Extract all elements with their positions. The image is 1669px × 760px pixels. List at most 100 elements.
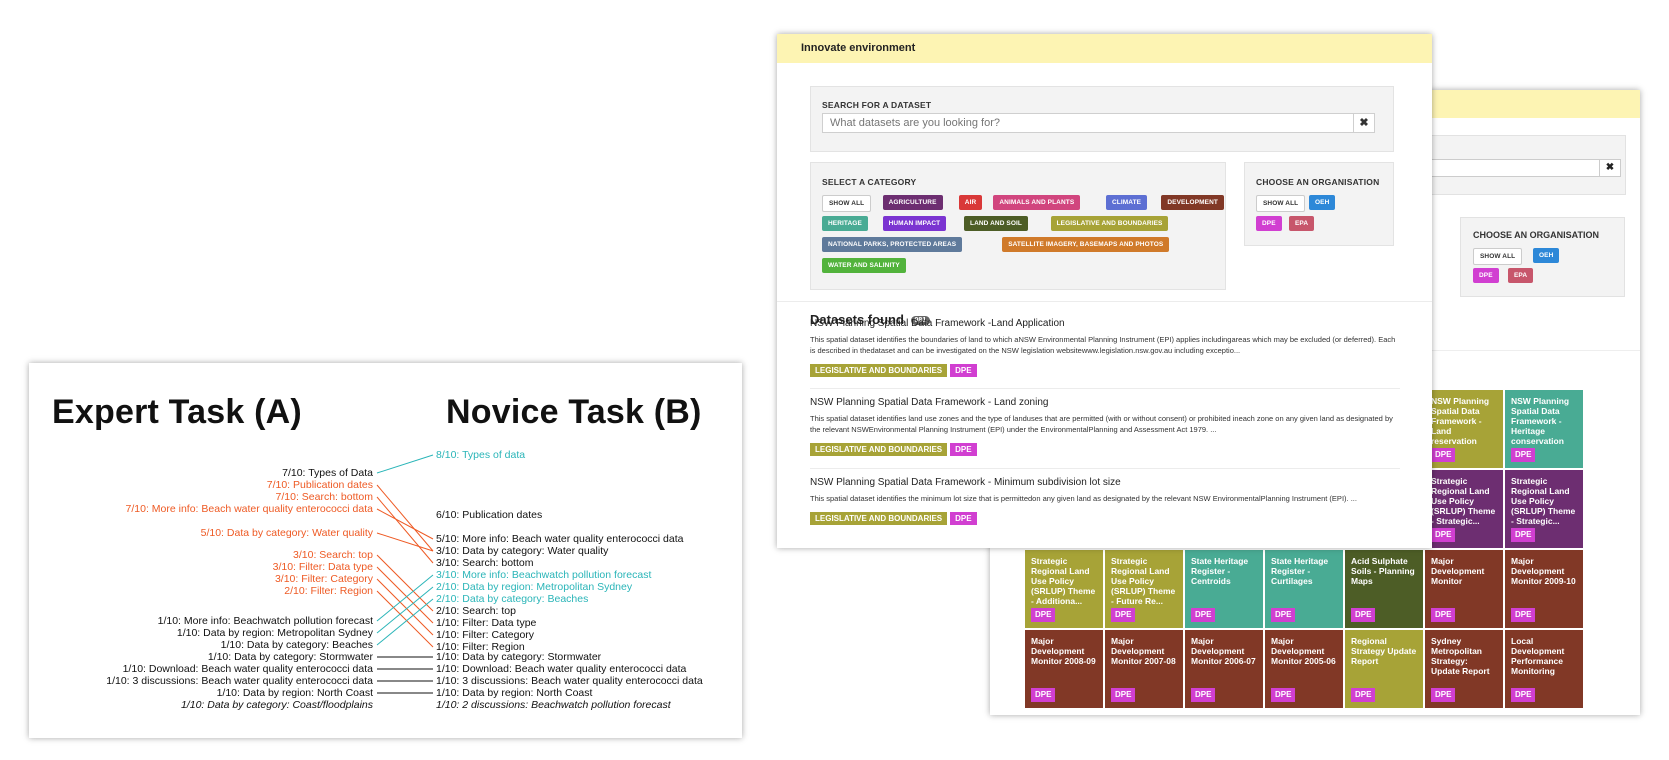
dataset-result-item[interactable]: NSW Planning Spatial Data Framework - Mi… bbox=[810, 477, 1400, 525]
org-tag-dpe[interactable]: DPE bbox=[1256, 216, 1282, 231]
novice-task-line: 3/10: Search: bottom bbox=[436, 557, 534, 569]
org-tag-oeh[interactable]: OEH bbox=[1309, 195, 1336, 210]
dataset-tile[interactable]: Sydney Metropolitan Strategy: Update Rep… bbox=[1425, 630, 1503, 708]
dataset-tile[interactable]: Major Development Monitor 2005-06 DPE bbox=[1265, 630, 1343, 708]
dataset-description: This spatial dataset identifies land use… bbox=[810, 414, 1393, 434]
dataset-tile[interactable]: State Heritage Register - Curtilages DPE bbox=[1265, 550, 1343, 628]
dataset-tag-legislative-and-boundaries[interactable]: LEGISLATIVE AND BOUNDARIES bbox=[810, 443, 948, 456]
dataset-tile[interactable]: NSW Planning Spatial Data Framework - He… bbox=[1505, 390, 1583, 468]
category-tag-legislative-and-boundaries[interactable]: LEGISLATIVE AND BOUNDARIES bbox=[1050, 216, 1169, 231]
dataset-tile[interactable]: Major Development Monitor 2007-08 DPE bbox=[1105, 630, 1183, 708]
category-tag-heritage[interactable]: HERITAGE bbox=[822, 216, 868, 231]
search-panel: SEARCH FOR A DATASET ✖ bbox=[810, 86, 1394, 152]
category-tag-satellite-imagery-basemaps-and-photos[interactable]: SATELLITE IMAGERY, BASEMAPS AND PHOTOS bbox=[1002, 237, 1170, 252]
dataset-search-input[interactable] bbox=[822, 113, 1354, 133]
dataset-tag-legislative-and-boundaries[interactable]: LEGISLATIVE AND BOUNDARIES bbox=[810, 512, 948, 525]
dataset-tile-badge: DPE bbox=[1431, 608, 1456, 622]
expert-task-line: 1/10: Data by region: North Coast bbox=[216, 687, 373, 699]
composite-canvas: ✖ CHOOSE AN ORGANISATION SHOW ALL OEH DPE E… bbox=[0, 0, 1669, 760]
category-tag-climate[interactable]: CLIMATE bbox=[1106, 195, 1148, 210]
category-tag-development[interactable]: DEVELOPMENT bbox=[1161, 195, 1224, 210]
back-org-tag-dpe[interactable]: DPE bbox=[1473, 268, 1499, 283]
task-connection-line bbox=[376, 554, 434, 612]
dataset-tag-dpe[interactable]: DPE bbox=[950, 364, 977, 377]
novice-task-line: 3/10: More info: Beachwatch pollution fo… bbox=[436, 569, 652, 581]
dataset-tile[interactable]: Major Development Monitor 2008-09 DPE bbox=[1025, 630, 1103, 708]
dataset-title[interactable]: NSW Planning Spatial Data Framework - La… bbox=[810, 397, 1400, 408]
dataset-tag-dpe[interactable]: DPE bbox=[950, 512, 977, 525]
novice-task-line: 2/10: Data by region: Metropolitan Sydne… bbox=[436, 581, 633, 593]
category-tag-human-impact[interactable]: HUMAN IMPACT bbox=[882, 216, 947, 231]
task-connection-line bbox=[376, 496, 434, 564]
expert-task-line: 7/10: More info: Beach water quality ent… bbox=[125, 503, 373, 515]
dataset-description: This spatial dataset identifies the mini… bbox=[810, 494, 1357, 503]
category-tag-air[interactable]: AIR bbox=[958, 195, 983, 210]
expert-task-line: 1/10: Data by category: Stormwater bbox=[207, 651, 373, 663]
dataset-tile[interactable]: Major Development Monitor 2006-07 DPE bbox=[1185, 630, 1263, 708]
category-tag-national-parks-protected-areas[interactable]: NATIONAL PARKS, PROTECTED AREAS bbox=[822, 237, 963, 252]
back-search-input[interactable] bbox=[1431, 159, 1601, 177]
novice-task-line: 1/10: Download: Beach water quality ente… bbox=[436, 663, 687, 675]
expert-task-line: 1/10: Data by region: Metropolitan Sydne… bbox=[176, 627, 373, 639]
dataset-tile-title: State Heritage Register - Centroids bbox=[1191, 556, 1249, 586]
dataset-tile-title: Strategic Regional Land Use Policy (SRLU… bbox=[1031, 556, 1096, 606]
dataset-tile[interactable]: Acid Sulphate Soils - Planning Maps DPE bbox=[1345, 550, 1423, 628]
novice-task-line: 1/10: Data by region: North Coast bbox=[436, 687, 593, 699]
novice-task-line: 1/10: Filter: Data type bbox=[436, 617, 537, 629]
category-tag-animals-and-plants[interactable]: ANIMALS AND PLANTS bbox=[993, 195, 1081, 210]
expert-task-line: 7/10: Types of Data bbox=[282, 467, 373, 479]
dataset-tile-title: Major Development Monitor 2005-06 bbox=[1271, 636, 1336, 666]
dataset-result-item[interactable]: NSW Planning Spatial Data Framework - La… bbox=[810, 397, 1400, 456]
dataset-tile-badge: DPE bbox=[1431, 448, 1456, 462]
dataset-tags: LEGISLATIVE AND BOUNDARIES DPE bbox=[810, 439, 1400, 456]
dataset-tile-title: Local Development Performance Monitoring bbox=[1511, 636, 1565, 676]
category-tag-show-all[interactable]: SHOW ALL bbox=[822, 195, 872, 212]
novice-task-line: 2/10: Data by category: Beaches bbox=[436, 593, 589, 605]
dataset-tile[interactable]: Regional Strategy Update Report DPE bbox=[1345, 630, 1423, 708]
dataset-result-item[interactable]: NSW Planning Spatial Data Framework -Lan… bbox=[810, 318, 1400, 377]
dataset-tile[interactable]: State Heritage Register - Centroids DPE bbox=[1185, 550, 1263, 628]
dataset-title[interactable]: NSW Planning Spatial Data Framework -Lan… bbox=[810, 318, 1400, 329]
dataset-tile[interactable]: Strategic Regional Land Use Policy (SRLU… bbox=[1425, 470, 1503, 548]
category-tag-land-and-soil[interactable]: LAND AND SOIL bbox=[964, 216, 1028, 231]
expert-task-line: 1/10: 3 discussions: Beach water quality… bbox=[106, 675, 373, 687]
search-label: SEARCH FOR A DATASET bbox=[822, 100, 932, 110]
dataset-tile-badge: DPE bbox=[1031, 688, 1056, 702]
dataset-tile-badge: DPE bbox=[1271, 688, 1296, 702]
expert-task-line: 1/10: Data by category: Beaches bbox=[220, 639, 373, 651]
dataset-title[interactable]: NSW Planning Spatial Data Framework - Mi… bbox=[810, 477, 1400, 488]
back-org-tag-oeh[interactable]: OEH bbox=[1533, 248, 1560, 263]
window-header: Innovate environment bbox=[777, 34, 1432, 63]
novice-task-line: 5/10: More info: Beach water quality ent… bbox=[436, 533, 684, 545]
novice-task-line: 3/10: Data by category: Water quality bbox=[436, 545, 609, 557]
dataset-tile[interactable]: NSW Planning Spatial Data Framework - La… bbox=[1425, 390, 1503, 468]
dataset-tile[interactable]: Major Development Monitor 2009-10 DPE bbox=[1505, 550, 1583, 628]
dataset-tile[interactable]: Major Development Monitor DPE bbox=[1425, 550, 1503, 628]
dataset-tile[interactable]: Strategic Regional Land Use Policy (SRLU… bbox=[1505, 470, 1583, 548]
dataset-tile-title: Strategic Regional Land Use Policy (SRLU… bbox=[1431, 476, 1496, 526]
dataset-tile-title: Major Development Monitor 2006-07 bbox=[1191, 636, 1256, 666]
dataset-separator bbox=[810, 388, 1400, 389]
dataset-tag-dpe[interactable]: DPE bbox=[950, 443, 977, 456]
back-org-tag-epa[interactable]: EPA bbox=[1508, 268, 1534, 283]
dataset-tile[interactable]: Strategic Regional Land Use Policy (SRLU… bbox=[1025, 550, 1103, 628]
back-org-tag-show-all[interactable]: SHOW ALL bbox=[1473, 248, 1523, 265]
dataset-tile[interactable]: Strategic Regional Land Use Policy (SRLU… bbox=[1105, 550, 1183, 628]
dataset-tile-badge: DPE bbox=[1191, 608, 1216, 622]
clear-search-icon[interactable]: ✖ bbox=[1353, 113, 1375, 133]
category-tag-agriculture[interactable]: AGRICULTURE bbox=[882, 195, 943, 210]
organisation-label: CHOOSE AN ORGANISATION bbox=[1256, 177, 1380, 187]
dataset-tile-title: Acid Sulphate Soils - Planning Maps bbox=[1351, 556, 1415, 586]
category-tag-water-and-salinity[interactable]: WATER AND SALINITY bbox=[822, 258, 906, 273]
dataset-tile-title: NSW Planning Spatial Data Framework - He… bbox=[1511, 396, 1570, 446]
dataset-tile-title: Strategic Regional Land Use Policy (SRLU… bbox=[1111, 556, 1176, 606]
category-filter-panel: SELECT A CATEGORY SHOW ALL AGRICULTURE AIR… bbox=[810, 162, 1226, 290]
dataset-tile[interactable]: Local Development Performance Monitoring… bbox=[1505, 630, 1583, 708]
dataset-description: This spatial dataset identifies the boun… bbox=[810, 335, 1396, 355]
expert-task-line: 1/10: More info: Beachwatch pollution fo… bbox=[157, 615, 373, 627]
dataset-tag-legislative-and-boundaries[interactable]: LEGISLATIVE AND BOUNDARIES bbox=[810, 364, 948, 377]
back-search-clear-icon[interactable]: ✖ bbox=[1599, 159, 1621, 177]
org-tag-epa[interactable]: EPA bbox=[1289, 216, 1315, 231]
expert-task-line: 5/10: Data by category: Water quality bbox=[200, 527, 373, 539]
org-tag-show-all[interactable]: SHOW ALL bbox=[1256, 195, 1306, 212]
